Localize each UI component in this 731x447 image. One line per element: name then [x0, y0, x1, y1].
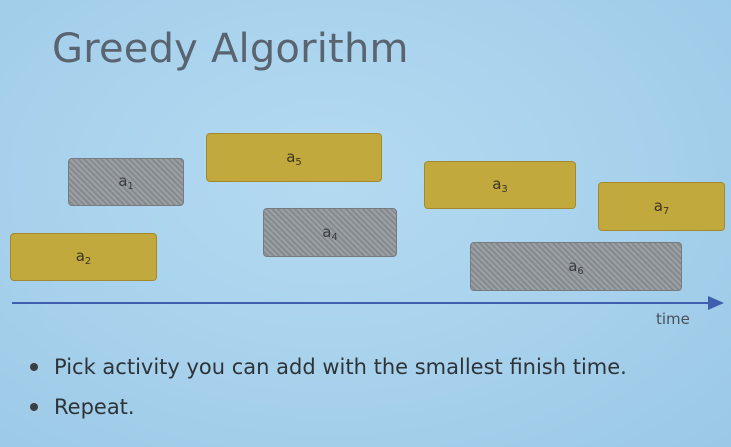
bullet-item: Repeat.: [30, 392, 627, 432]
activity-a1: a1: [68, 158, 184, 206]
activity-a7-label: a7: [653, 196, 670, 217]
activity-a1-label: a1: [118, 172, 134, 192]
slide-background: Greedy Algorithm a5 a1 a3 a7 a4 a2 a6 ti…: [0, 0, 731, 447]
time-axis-arrowhead: [708, 296, 724, 310]
activity-a3: a3: [424, 161, 576, 209]
time-axis-line: [12, 302, 712, 304]
bullet-text: Repeat.: [54, 395, 135, 419]
bullet-item: Pick activity you can add with the small…: [30, 352, 627, 392]
activity-a5-label: a5: [286, 147, 302, 168]
activity-a5: a5: [206, 133, 382, 182]
activity-a2-label: a2: [75, 247, 92, 267]
activity-a3-label: a3: [492, 175, 508, 195]
bullet-dot-icon: [30, 363, 38, 371]
bullet-text: Pick activity you can add with the small…: [54, 355, 627, 379]
activity-a4: a4: [263, 208, 397, 257]
activity-a6-label: a6: [568, 256, 584, 277]
activity-a6: a6: [470, 242, 682, 291]
slide-title: Greedy Algorithm: [52, 26, 409, 72]
time-axis-label: time: [656, 310, 690, 328]
activity-a7: a7: [598, 182, 725, 231]
bullet-dot-icon: [30, 403, 38, 411]
activity-a4-label: a4: [322, 222, 338, 243]
bullet-list: Pick activity you can add with the small…: [30, 352, 627, 432]
activity-a2: a2: [10, 233, 157, 281]
